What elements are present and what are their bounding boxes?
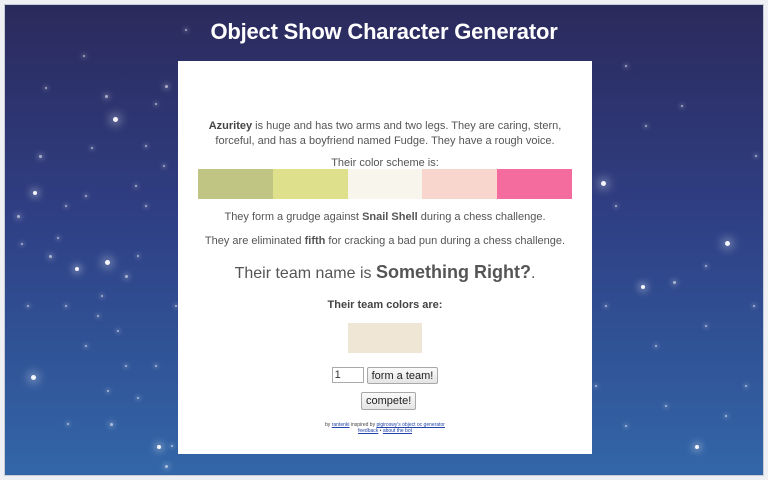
star bbox=[125, 275, 128, 278]
star bbox=[97, 315, 99, 317]
team-name-prefix: Their team name is bbox=[234, 265, 372, 282]
about-link[interactable]: about the bot bbox=[383, 428, 412, 434]
star bbox=[105, 95, 108, 98]
star bbox=[83, 55, 85, 57]
star bbox=[163, 165, 165, 167]
star bbox=[625, 425, 627, 427]
elimination-place: fifth bbox=[304, 235, 326, 247]
star bbox=[49, 255, 52, 258]
star bbox=[665, 405, 667, 407]
team-size-input[interactable] bbox=[331, 367, 364, 383]
color-swatch bbox=[272, 169, 348, 199]
star bbox=[605, 305, 607, 307]
star bbox=[101, 295, 103, 297]
star bbox=[165, 85, 168, 88]
color-swatch bbox=[347, 169, 423, 199]
star bbox=[125, 365, 127, 367]
team-name-suffix: . bbox=[530, 265, 536, 282]
footer-links-line: feedback • about the bot bbox=[178, 428, 592, 434]
star bbox=[33, 191, 37, 195]
star bbox=[21, 243, 23, 245]
grudge-target: Snail Shell bbox=[362, 211, 418, 223]
star bbox=[117, 330, 119, 332]
elimination-prefix: They are eliminated bbox=[204, 235, 302, 247]
footer: by rantenki inspired by pigiroswy's obje… bbox=[178, 422, 592, 434]
color-scheme-label: Their color scheme is: bbox=[331, 157, 439, 169]
star bbox=[625, 65, 627, 67]
team-form-row: form a team! bbox=[178, 367, 592, 384]
star bbox=[67, 423, 69, 425]
color-scheme-swatches bbox=[198, 169, 572, 199]
star bbox=[39, 155, 42, 158]
star bbox=[165, 465, 168, 468]
star bbox=[57, 237, 59, 239]
star bbox=[753, 305, 755, 307]
star bbox=[755, 155, 757, 157]
grudge-line: They form a grudge against Snail Shell d… bbox=[178, 211, 592, 223]
star bbox=[17, 215, 20, 218]
character-description-text: is huge and has two arms and two legs. T… bbox=[215, 120, 562, 147]
star bbox=[107, 390, 109, 392]
character-description: Azuritey is huge and has two arms and tw… bbox=[194, 119, 576, 149]
star bbox=[110, 423, 113, 426]
star bbox=[145, 145, 147, 147]
star bbox=[705, 325, 707, 327]
form-team-button[interactable]: form a team! bbox=[366, 367, 439, 384]
team-name-line: Their team name is Something Right?. bbox=[178, 262, 592, 283]
star bbox=[105, 260, 110, 265]
color-swatch bbox=[497, 169, 572, 199]
star bbox=[615, 205, 617, 207]
star bbox=[641, 285, 645, 289]
star bbox=[595, 385, 597, 387]
star bbox=[601, 181, 606, 186]
star bbox=[113, 117, 118, 122]
star bbox=[655, 345, 657, 347]
feedback-link[interactable]: feedback bbox=[358, 428, 378, 434]
star bbox=[157, 445, 161, 449]
star bbox=[681, 105, 683, 107]
star bbox=[745, 385, 747, 387]
star bbox=[135, 185, 137, 187]
star bbox=[137, 397, 139, 399]
star bbox=[75, 267, 79, 271]
star bbox=[725, 415, 727, 417]
author-link[interactable]: rantenki bbox=[332, 422, 350, 428]
star bbox=[27, 305, 29, 307]
footer-separator: • bbox=[379, 428, 382, 434]
star bbox=[155, 103, 157, 105]
color-swatch bbox=[422, 169, 498, 199]
star bbox=[175, 305, 177, 307]
elimination-line: They are eliminated fifth for cracking a… bbox=[178, 235, 592, 247]
star bbox=[91, 147, 93, 149]
grudge-suffix: during a chess challenge. bbox=[420, 211, 546, 223]
star bbox=[725, 241, 730, 246]
star bbox=[65, 205, 67, 207]
star bbox=[45, 87, 47, 89]
compete-button[interactable]: compete! bbox=[361, 392, 417, 410]
grudge-prefix: They form a grudge against bbox=[224, 211, 359, 223]
team-name: Something Right? bbox=[375, 262, 531, 282]
star bbox=[85, 195, 87, 197]
star bbox=[705, 265, 707, 267]
star bbox=[673, 281, 676, 284]
star bbox=[171, 445, 173, 447]
star bbox=[31, 375, 36, 380]
color-swatch bbox=[198, 169, 273, 199]
star bbox=[155, 365, 157, 367]
star bbox=[85, 345, 87, 347]
star bbox=[645, 125, 647, 127]
star bbox=[145, 205, 147, 207]
elimination-suffix: for cracking a bad pun during a chess ch… bbox=[328, 235, 566, 247]
star bbox=[137, 255, 139, 257]
page-background: Object Show Character Generator Azuritey… bbox=[4, 4, 764, 476]
star bbox=[65, 305, 67, 307]
page-title: Object Show Character Generator bbox=[210, 19, 558, 44]
generator-card: Azuritey is huge and has two arms and tw… bbox=[178, 61, 592, 454]
footer-by: by bbox=[325, 422, 331, 428]
team-color-swatch bbox=[348, 323, 422, 353]
star bbox=[695, 445, 699, 449]
team-colors-label: Their team colors are: bbox=[327, 299, 443, 311]
character-name: Azuritey bbox=[208, 120, 253, 132]
